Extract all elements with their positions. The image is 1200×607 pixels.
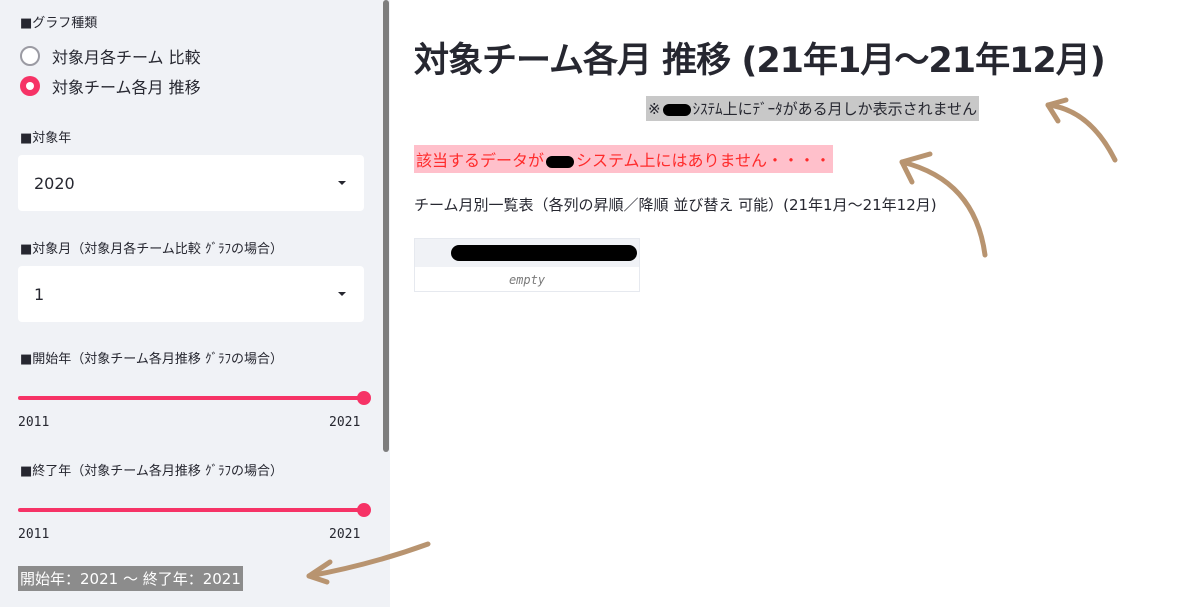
- radio-label-monthly-trend: 対象チーム各月 推移: [52, 78, 201, 97]
- start-year-slider-track[interactable]: [18, 396, 364, 400]
- chevron-down-icon: [338, 292, 346, 296]
- radio-option-monthly-trend[interactable]: 対象チーム各月 推移: [20, 75, 201, 97]
- target-year-value: 2020: [34, 173, 75, 193]
- target-year-select[interactable]: 2020: [18, 155, 364, 211]
- end-year-slider-handle[interactable]: [357, 503, 371, 517]
- target-month-value: 1: [34, 284, 45, 304]
- radio-option-team-comparison[interactable]: 対象月各チーム 比較: [20, 45, 201, 67]
- arrowhead-note: [1045, 97, 1069, 124]
- arrowhead-warning: [899, 151, 933, 185]
- warning-text: システム上にはありません・・・・: [576, 151, 832, 170]
- arrow-to-note: [1045, 102, 1118, 163]
- sidebar: ■グラフ種類 対象月各チーム 比較 対象チーム各月 推移 ■対象年 2020 ■…: [0, 0, 390, 607]
- sidebar-scrollbar[interactable]: [383, 0, 389, 452]
- start-year-label: ■開始年（対象チーム各月推移 ｸﾞﾗﾌの場合）: [20, 352, 284, 367]
- end-year-max: 2021: [329, 527, 361, 542]
- graph-type-label: ■グラフ種類: [20, 16, 98, 31]
- chevron-down-icon: [338, 181, 346, 185]
- start-year-max: 2021: [329, 415, 361, 430]
- target-year-label: ■対象年: [20, 131, 72, 146]
- redaction-mark: [546, 155, 575, 168]
- table-empty-message: empty: [508, 273, 546, 287]
- radio-unselected-icon: [20, 46, 40, 66]
- end-year-label: ■終了年（対象チーム各月推移 ｸﾞﾗﾌの場合）: [20, 464, 284, 479]
- data-availability-note: ※ ｼｽﾃﾑ上にﾃﾞｰﾀがある月しか表示されません: [646, 96, 980, 121]
- table-header: [415, 239, 639, 267]
- end-year-min: 2011: [18, 527, 50, 542]
- redaction-mark: [662, 103, 691, 116]
- end-year-slider-track[interactable]: [18, 508, 364, 512]
- warning-prefix: 該当するデータが: [416, 151, 545, 170]
- start-year-min: 2011: [18, 415, 50, 430]
- radio-label-team-comparison: 対象月各チーム 比較: [52, 48, 201, 67]
- redaction-mark: [451, 245, 637, 261]
- note-prefix: ※: [648, 100, 661, 118]
- page-title: 対象チーム各月 推移 (21年1月〜21年12月): [414, 41, 1106, 81]
- data-table[interactable]: empty: [414, 238, 640, 292]
- radio-selected-icon: [20, 76, 40, 96]
- target-month-select[interactable]: 1: [18, 266, 364, 322]
- note-text: ｼｽﾃﾑ上にﾃﾞｰﾀがある月しか表示されません: [692, 100, 978, 118]
- no-data-warning: 該当するデータが システム上にはありません・・・・: [414, 145, 834, 173]
- start-year-slider-handle[interactable]: [357, 391, 371, 405]
- target-month-label: ■対象月（対象月各チーム比較 ｸﾞﾗﾌの場合）: [20, 242, 284, 257]
- year-range-text: 開始年：2021 〜 終了年：2021: [18, 566, 243, 591]
- table-heading: チーム月別一覧表（各列の昇順／降順 並び替え 可能）(21年1月〜21年12月): [414, 196, 937, 214]
